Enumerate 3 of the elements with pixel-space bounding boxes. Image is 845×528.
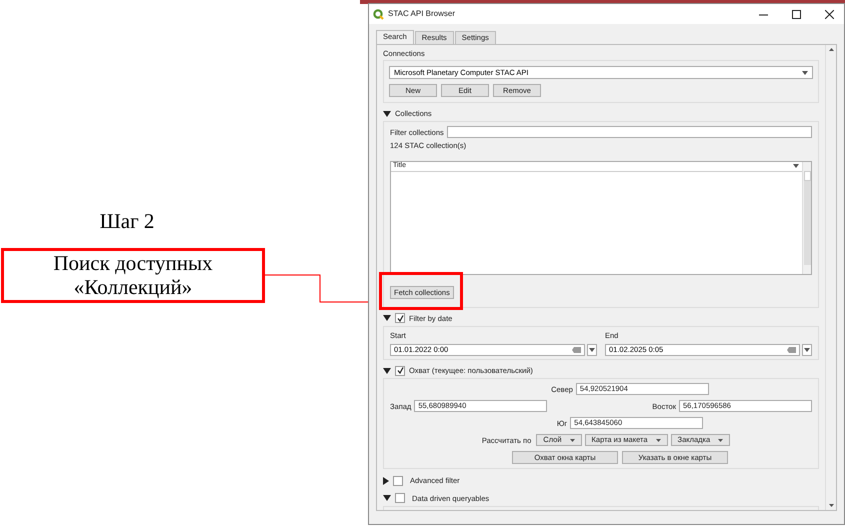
step-title: Шаг 2 [98, 208, 156, 234]
window-title: STAC API Browser [388, 8, 455, 20]
callout-box: Поиск доступных «Коллекций» [1, 248, 265, 303]
